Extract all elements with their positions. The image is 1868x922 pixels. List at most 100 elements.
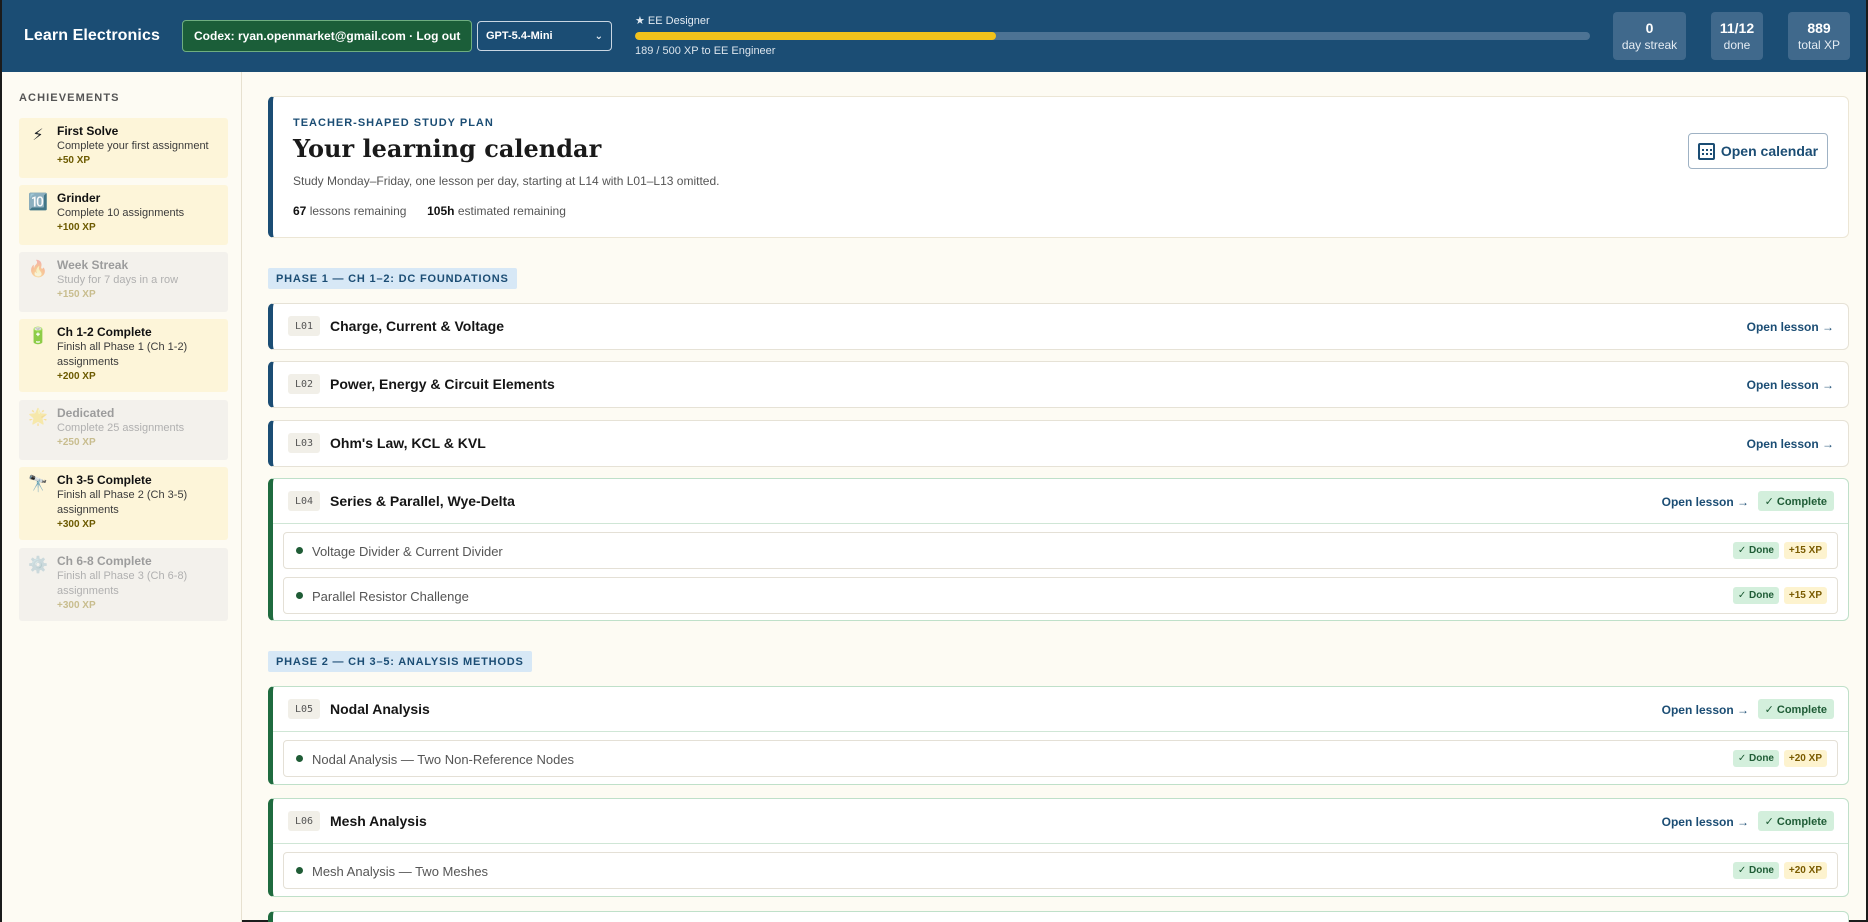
- chevron-down-icon: ⌄: [594, 30, 603, 42]
- achievement-name: Ch 1-2 Complete: [57, 325, 152, 339]
- sidebar-title: ACHIEVEMENTS: [19, 92, 120, 104]
- open-lesson-link[interactable]: Open lesson →: [1662, 815, 1749, 829]
- study-plan-kicker: TEACHER-SHAPED STUDY PLAN: [293, 117, 494, 129]
- star-icon: 🌟: [28, 409, 48, 426]
- lesson-code: L02: [288, 374, 321, 394]
- lesson-row-next: [268, 911, 1849, 922]
- lesson-code: L04: [288, 491, 321, 511]
- lessons-remaining-value: 67: [293, 204, 307, 218]
- achievement-ch3-5-complete: 🔭 Ch 3-5 Complete Finish all Phase 2 (Ch…: [19, 467, 228, 540]
- open-lesson-link[interactable]: Open lesson →: [1747, 437, 1834, 451]
- stat-total-xp: 889 total XP: [1788, 12, 1850, 60]
- status-dot: [296, 755, 303, 762]
- lesson-title: Series & Parallel, Wye-Delta: [330, 493, 515, 509]
- account-logout-button[interactable]: Codex: ryan.openmarket@gmail.com · Log o…: [182, 20, 473, 52]
- lesson-code: L01: [288, 316, 321, 336]
- assignment-name: Nodal Analysis — Two Non-Reference Nodes: [312, 752, 575, 767]
- achievement-xp: +50 XP: [57, 155, 91, 166]
- lesson-header: L05 Nodal Analysis Open lesson → ✓ Compl…: [273, 687, 1848, 732]
- open-lesson-link[interactable]: Open lesson →: [1662, 495, 1749, 509]
- achievement-desc: Complete 25 assignments: [57, 422, 185, 434]
- assignment-name: Mesh Analysis — Two Meshes: [312, 864, 489, 879]
- lesson-code: L06: [288, 811, 321, 831]
- lesson-code: L03: [288, 433, 321, 453]
- open-lesson-link[interactable]: Open lesson →: [1747, 320, 1834, 334]
- lesson-title: Nodal Analysis: [330, 701, 430, 717]
- lessons-remaining-label: lessons remaining: [309, 204, 407, 218]
- stat-value: 0: [1645, 20, 1654, 36]
- done-badge: ✓ Done: [1732, 542, 1779, 559]
- achievement-xp: +150 XP: [57, 289, 96, 300]
- achievement-desc: Finish all Phase 3 (Ch 6-8) assignments: [57, 570, 188, 597]
- done-badge: ✓ Done: [1732, 587, 1779, 604]
- lesson-title: Mesh Analysis: [330, 813, 427, 829]
- main-content: TEACHER-SHAPED STUDY PLAN Your learning …: [243, 72, 1868, 922]
- done-badge: ✓ Done: [1732, 750, 1779, 767]
- model-select[interactable]: GPT-5.4-Mini ⌄: [477, 21, 612, 51]
- lesson-header: L01 Charge, Current & Voltage Open lesso…: [273, 304, 1848, 349]
- xp-badge: +15 XP: [1783, 542, 1827, 559]
- achievement-xp: +250 XP: [57, 437, 96, 448]
- xp-badge: +20 XP: [1783, 750, 1827, 767]
- phase-1-label: PHASE 1 — CH 1–2: DC FOUNDATIONS: [268, 268, 517, 289]
- achievement-name: Week Streak: [57, 258, 129, 272]
- lesson-header: L04 Series & Parallel, Wye-Delta Open le…: [273, 479, 1848, 524]
- achievement-name: Ch 6-8 Complete: [57, 554, 152, 568]
- model-select-value: GPT-5.4-Mini: [486, 30, 553, 42]
- lesson-row-l04: L04 Series & Parallel, Wye-Delta Open le…: [268, 478, 1849, 621]
- study-plan-subtitle: Study Monday–Friday, one lesson per day,…: [293, 174, 720, 188]
- achievement-desc: Complete 10 assignments: [57, 207, 185, 219]
- stat-done: 11/12 done: [1711, 12, 1763, 60]
- study-plan-meta: 67 lessons remaining 105h estimated rema…: [293, 204, 566, 218]
- open-lesson-link[interactable]: Open lesson →: [1747, 378, 1834, 392]
- top-bar: Learn Electronics Codex: ryan.openmarket…: [2, 0, 1866, 72]
- achievement-xp: +300 XP: [57, 600, 96, 611]
- lesson-header: L02 Power, Energy & Circuit Elements Ope…: [273, 362, 1848, 407]
- achievement-ch1-2-complete: 🔋 Ch 1-2 Complete Finish all Phase 1 (Ch…: [19, 319, 228, 392]
- open-lesson-link[interactable]: Open lesson →: [1662, 703, 1749, 717]
- status-dot: [296, 867, 303, 874]
- lesson-header: L03 Ohm's Law, KCL & KVL Open lesson →: [273, 421, 1848, 466]
- lightning-icon: ⚡: [32, 127, 44, 144]
- stat-value: 11/12: [1719, 20, 1755, 36]
- lesson-row-l05: L05 Nodal Analysis Open lesson → ✓ Compl…: [268, 686, 1849, 785]
- status-dot: [296, 547, 303, 554]
- lesson-code: L05: [288, 699, 321, 719]
- brand-title: Learn Electronics: [24, 27, 160, 44]
- assignment-item[interactable]: Parallel Resistor Challenge ✓ Done +15 X…: [283, 577, 1838, 614]
- stat-label: day streak: [1621, 38, 1678, 52]
- assignment-item[interactable]: Mesh Analysis — Two Meshes ✓ Done +20 XP: [283, 852, 1838, 889]
- lesson-row-l02: L02 Power, Energy & Circuit Elements Ope…: [268, 361, 1849, 408]
- xp-badge: +15 XP: [1783, 587, 1827, 604]
- achievement-xp: +100 XP: [57, 222, 96, 233]
- stat-value: 889: [1807, 20, 1831, 36]
- xp-badge: +20 XP: [1783, 862, 1827, 879]
- achievement-first-solve: ⚡ First Solve Complete your first assign…: [19, 118, 228, 178]
- open-calendar-label: Open calendar: [1720, 143, 1819, 159]
- lesson-row-l06: L06 Mesh Analysis Open lesson → ✓ Comple…: [268, 798, 1849, 897]
- achievement-grinder: 🔟 Grinder Complete 10 assignments +100 X…: [19, 185, 228, 245]
- achievement-name: Grinder: [57, 191, 101, 205]
- complete-badge: ✓ Complete: [1757, 811, 1834, 831]
- hours-remaining-label: estimated remaining: [457, 204, 566, 218]
- stat-label: total XP: [1797, 38, 1841, 52]
- achievement-desc: Finish all Phase 1 (Ch 1-2) assignments: [57, 341, 188, 368]
- fire-icon: 🔥: [28, 261, 48, 278]
- complete-badge: ✓ Complete: [1757, 491, 1834, 511]
- stat-label: done: [1723, 38, 1751, 52]
- assignment-item[interactable]: Voltage Divider & Current Divider ✓ Done…: [283, 532, 1838, 569]
- achievement-desc: Complete your first assignment: [57, 140, 209, 152]
- assignment-name: Voltage Divider & Current Divider: [312, 544, 503, 559]
- open-calendar-button[interactable]: Open calendar: [1688, 133, 1828, 169]
- achievement-week-streak: 🔥 Week Streak Study for 7 days in a row …: [19, 252, 228, 312]
- achievement-name: Ch 3-5 Complete: [57, 473, 152, 487]
- assignment-item[interactable]: Nodal Analysis — Two Non-Reference Nodes…: [283, 740, 1838, 777]
- battery-icon: 🔋: [28, 328, 48, 345]
- lesson-header: L06 Mesh Analysis Open lesson → ✓ Comple…: [273, 799, 1848, 844]
- achievement-desc: Finish all Phase 2 (Ch 3-5) assignments: [57, 489, 188, 516]
- complete-badge: ✓ Complete: [1757, 699, 1834, 719]
- xp-progress-bar: [635, 32, 1590, 40]
- achievement-dedicated: 🌟 Dedicated Complete 25 assignments +250…: [19, 400, 228, 460]
- ten-icon: 🔟: [28, 194, 48, 211]
- xp-progress-fill: [635, 32, 996, 40]
